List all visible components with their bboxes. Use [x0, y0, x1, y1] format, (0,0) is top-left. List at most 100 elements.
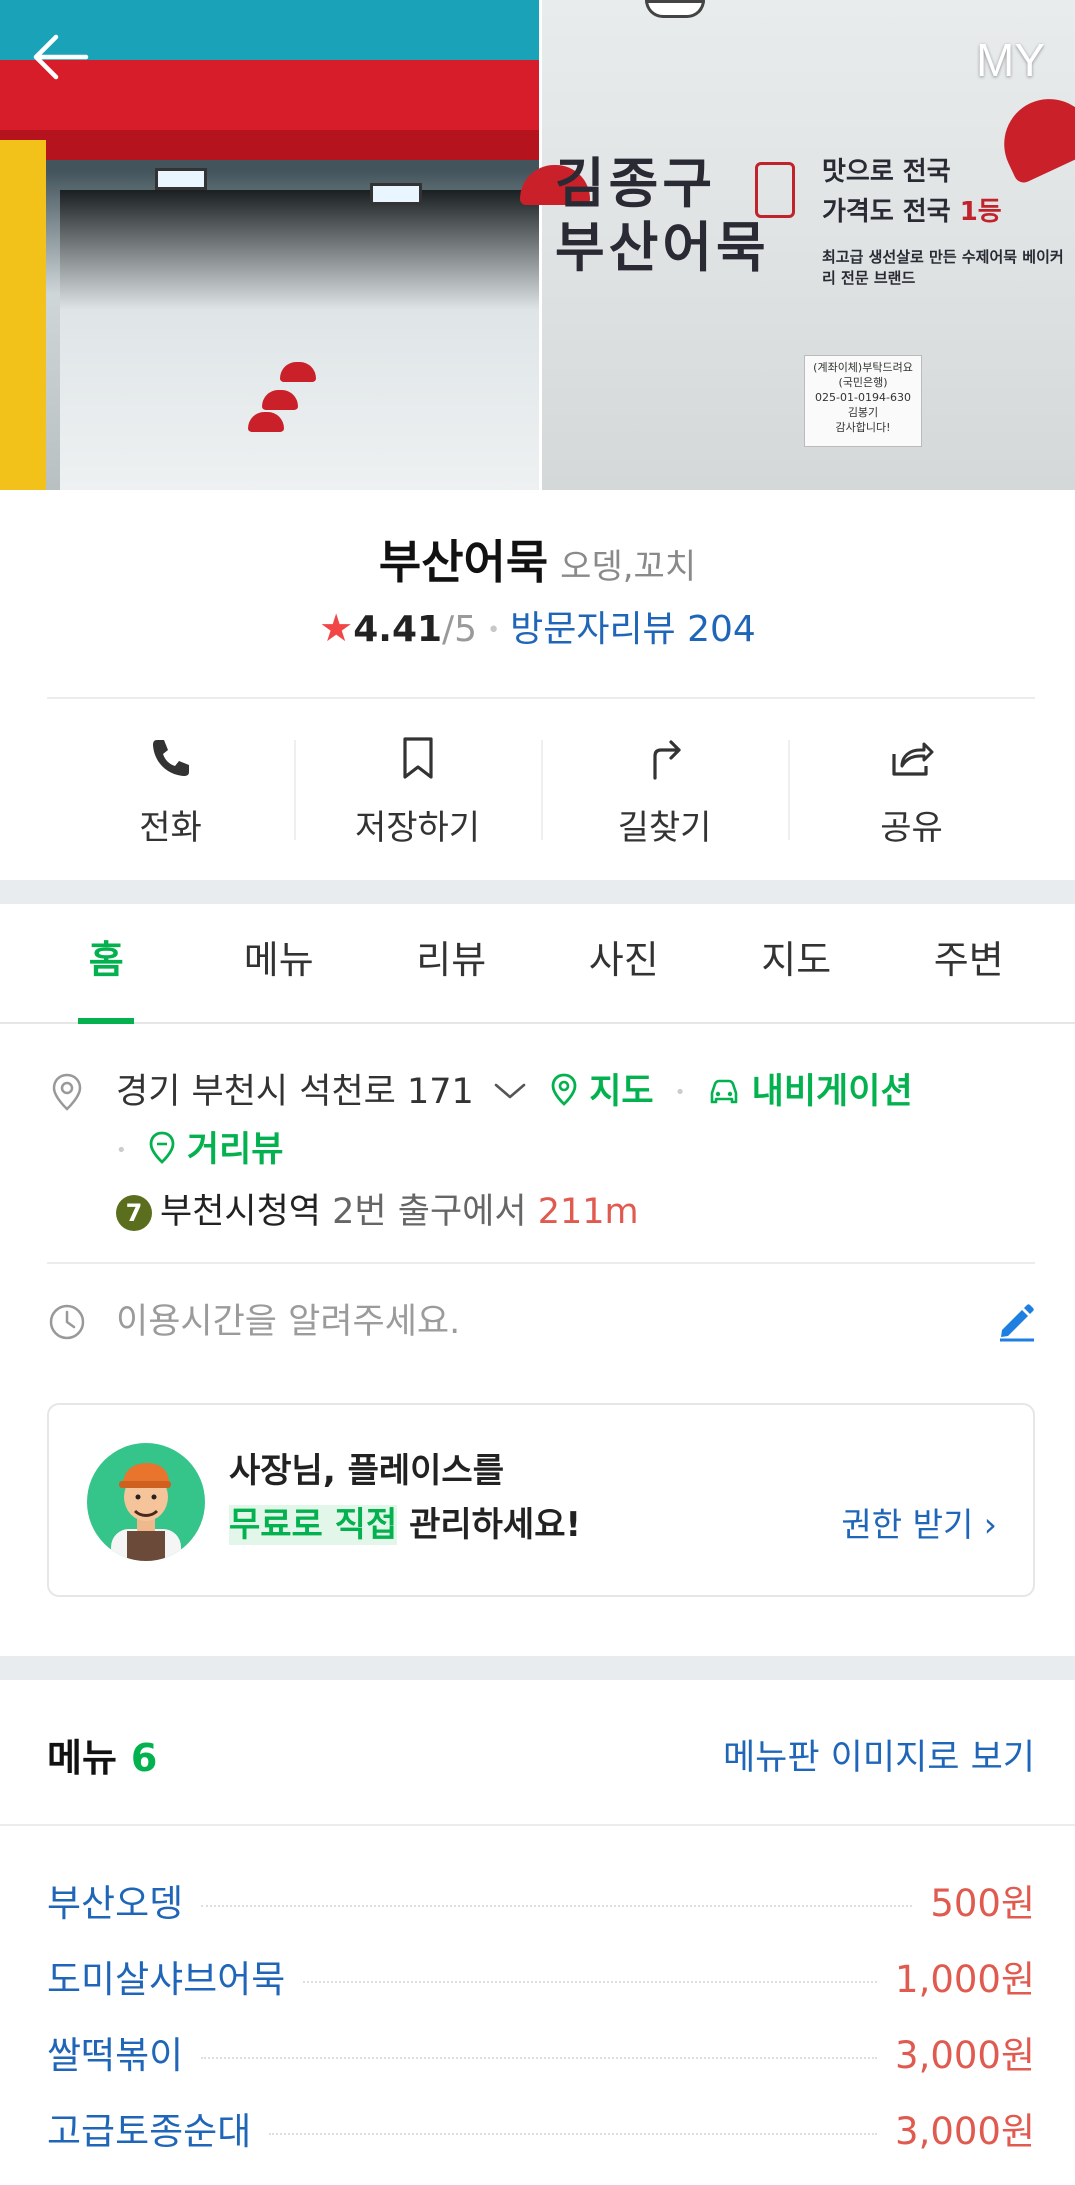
- station-row: 7 부천시청역 2번 출구에서 211m: [116, 1188, 639, 1236]
- directions-icon: [652, 740, 681, 780]
- pencil-edit-icon[interactable]: [994, 1298, 1038, 1342]
- map-link[interactable]: 지도: [550, 1072, 665, 1112]
- tab-review[interactable]: 리뷰: [365, 904, 538, 1022]
- menu-item-name: 도미살샤브어묵: [47, 1958, 286, 2001]
- slogan-line2-text: 가격도 전국: [822, 197, 951, 227]
- address-text[interactable]: 경기 부천시 석천로 171: [116, 1072, 474, 1112]
- promo-line1: 사장님, 플레이스를: [229, 1451, 504, 1491]
- separator-dot: •: [116, 1140, 127, 1161]
- menu-item-price: 1,000원: [895, 1958, 1035, 2001]
- note-line: 김봉기: [847, 406, 879, 419]
- dotted-leader: [269, 2133, 878, 2135]
- tab-home[interactable]: 홈: [20, 904, 193, 1022]
- station-exit: 2번 출구에서: [332, 1192, 527, 1232]
- map-pin-icon: [551, 1073, 577, 1106]
- menu-title-text: 메뉴: [47, 1736, 117, 1780]
- share-label: 공유: [880, 808, 943, 848]
- car-icon: [710, 1079, 737, 1104]
- share-button[interactable]: 공유: [788, 710, 1035, 860]
- address-row: 경기 부천시 석천로 171 지도 • 내비게이션: [116, 1068, 1046, 1117]
- station-name: 부천시청역: [160, 1192, 322, 1232]
- menu-count: 6: [130, 1736, 158, 1780]
- owner-avatar: [87, 1443, 205, 1561]
- navigation-link[interactable]: 내비게이션: [707, 1072, 913, 1112]
- rating-row: ★4.41/5 • 방문자리뷰 204: [0, 600, 1075, 656]
- separator-dot: •: [487, 618, 501, 643]
- yellow-sign: [0, 140, 46, 490]
- dotted-leader: [201, 2057, 878, 2059]
- menu-board-image-link[interactable]: 메뉴판 이미지로 보기: [723, 1728, 1035, 1788]
- place-category: 오뎅,꼬치: [560, 547, 697, 587]
- action-bar: 전화 저장하기 길찾기 공유: [47, 710, 1035, 860]
- menu-header: 메뉴 6 메뉴판 이미지로 보기: [47, 1728, 1035, 1788]
- promo-line2: 무료로 직접 관리하세요!: [229, 1501, 581, 1549]
- menu-item[interactable]: 도미살샤브어묵 1,000원: [47, 1938, 1035, 2014]
- menu-title: 메뉴 6: [47, 1736, 157, 1780]
- menu-item-name: 쌀떡볶이: [47, 2034, 184, 2077]
- phone-icon: [152, 740, 189, 776]
- claim-permission-link[interactable]: 권한 받기 ›: [841, 1501, 997, 1549]
- map-link-label: 지도: [589, 1072, 654, 1112]
- directions-label: 길찾기: [617, 808, 712, 848]
- slogan-line2: 가격도 전국 1등: [822, 192, 1002, 232]
- menu-item[interactable]: 쌀떡볶이 3,000원: [47, 2014, 1035, 2090]
- navigation-link-label: 내비게이션: [751, 1072, 913, 1112]
- call-label: 전화: [139, 808, 202, 848]
- subway-line-badge: 7: [116, 1195, 152, 1231]
- menu-item-price: 3,000원: [895, 2034, 1035, 2077]
- slogan-line1: 맛으로 전국: [822, 157, 951, 187]
- save-label: 저장하기: [354, 808, 481, 848]
- tab-menu[interactable]: 메뉴: [193, 904, 366, 1022]
- shop-slogan: 맛으로 전국 가격도 전국 1등: [822, 152, 1002, 232]
- menu-list: 부산오뎅 500원 도미살샤브어묵 1,000원 쌀떡볶이 3,000원 고급토…: [47, 1862, 1035, 2166]
- promo-highlight: 무료로 직접: [229, 1505, 398, 1545]
- visitor-review-link[interactable]: 방문자리뷰 204: [510, 609, 756, 650]
- menu-item-price: 3,000원: [895, 2110, 1035, 2153]
- ceiling-light: [645, 0, 705, 18]
- place-header: 부산어묵 오뎅,꼬치 ★4.41/5 • 방문자리뷰 204: [0, 490, 1075, 656]
- tab-photo[interactable]: 사진: [538, 904, 711, 1022]
- tab-map[interactable]: 지도: [710, 904, 883, 1022]
- shopkeeper-illustration-icon: [111, 1463, 181, 1561]
- star-icon: ★: [319, 606, 354, 650]
- dotted-leader: [303, 1981, 878, 1983]
- separator-dot: •: [674, 1082, 686, 1103]
- clock-icon: [49, 1304, 85, 1340]
- payment-note: (계좌이체)부탁드려요 (국민은행) 025-01-0194-630 김봉기 감…: [804, 355, 922, 447]
- chevron-down-icon[interactable]: [493, 1081, 527, 1101]
- streetview-link[interactable]: 거리뷰: [148, 1130, 284, 1170]
- share-icon: [891, 742, 933, 776]
- slogan-rank: 1등: [959, 197, 1002, 227]
- hero-photos[interactable]: 김종구 부산어묵 맛으로 전국 가격도 전국 1등 최고급 생선살로 만든 수제…: [0, 0, 1075, 490]
- streetview-link-label: 거리뷰: [186, 1130, 284, 1170]
- save-button[interactable]: 저장하기: [294, 710, 541, 860]
- menu-item-name: 고급토종순대: [47, 2110, 252, 2153]
- divider: [0, 1824, 1075, 1826]
- streetview-row: • 거리뷰: [116, 1126, 284, 1175]
- back-button[interactable]: [30, 32, 94, 92]
- tab-bar: 홈 메뉴 리뷰 사진 지도 주변: [0, 904, 1075, 1024]
- tab-nearby[interactable]: 주변: [883, 904, 1056, 1022]
- menu-item-name: 부산오뎅: [47, 1882, 184, 1925]
- hours-placeholder[interactable]: 이용시간을 알려주세요.: [116, 1298, 460, 1346]
- station-distance: 211m: [537, 1192, 639, 1232]
- shop-sign-line2: 부산어묵: [555, 216, 770, 279]
- note-line: (계좌이체)부탁드려요: [813, 361, 913, 374]
- section-gap: [0, 1656, 1075, 1680]
- directions-button[interactable]: 길찾기: [541, 710, 788, 860]
- menu-item-price: 500원: [930, 1882, 1035, 1925]
- note-line: 025-01-0194-630: [815, 391, 911, 404]
- rating-score: 4.41: [353, 609, 443, 650]
- shop-sign-line1: 김종구: [555, 152, 717, 215]
- menu-item[interactable]: 고급토종순대 3,000원: [47, 2090, 1035, 2166]
- my-button[interactable]: MY: [976, 30, 1045, 90]
- bookmark-icon: [402, 737, 433, 779]
- promo-line2-rest: 관리하세요!: [397, 1505, 581, 1545]
- awning-red-edge: [0, 130, 539, 160]
- call-button[interactable]: 전화: [47, 710, 294, 860]
- seal-stamp-icon: [755, 162, 795, 218]
- location-pin-icon: [52, 1073, 82, 1111]
- menu-item[interactable]: 부산오뎅 500원: [47, 1862, 1035, 1938]
- divider: [47, 697, 1035, 699]
- owner-promo-card[interactable]: 사장님, 플레이스를 무료로 직접 관리하세요! 권한 받기 ›: [47, 1403, 1035, 1597]
